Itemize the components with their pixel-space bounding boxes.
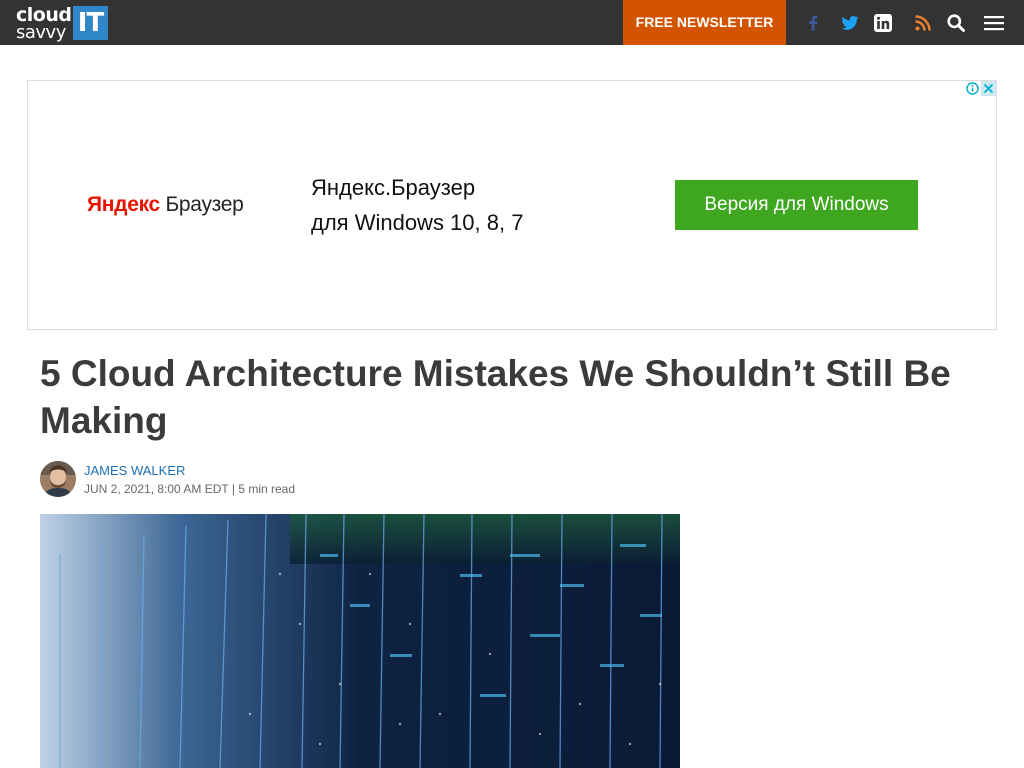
facebook-icon[interactable] [803,13,823,33]
search-icon[interactable] [946,13,966,33]
ad-download-button[interactable]: Версия для Windows [675,180,918,230]
read-time: 5 min read [238,482,296,496]
author-avatar[interactable] [40,461,76,497]
logo-word-savvy: savvy [16,22,66,43]
site-logo[interactable]: cloud savvy IT [16,4,110,43]
article-title-line-1: 5 Cloud Architecture Mistakes We Shouldn… [40,353,951,394]
rss-icon[interactable] [913,13,933,33]
twitter-icon[interactable] [840,13,860,33]
ad-choices-controls[interactable] [965,81,996,97]
ad-subheadline: для Windows 10, 8, 7 [311,210,524,235]
linkedin-icon[interactable] [873,13,893,33]
site-header: cloud savvy IT FREE NEWSLETTER [0,0,1024,45]
publish-date: JUN 2, 2021, 8:00 AM EDT [84,482,229,496]
meta-separator: | [231,482,235,496]
ad-brand-yandex: Яндекс [87,193,160,216]
article-hero-image [40,514,680,768]
author-photo [40,461,76,497]
advertisement-banner[interactable]: Яндекс Браузер Яндекс.Браузер для Window… [27,80,997,330]
data-center-illustration [40,514,680,768]
menu-icon[interactable] [984,13,1004,33]
logo-badge-it: IT [73,6,108,40]
ad-headline: Яндекс.Браузер [311,175,476,200]
ad-brand-logo: Яндекс Браузер [87,193,244,217]
ad-brand-browser: Браузер [159,193,244,216]
article-title-line-2: Making [40,400,168,441]
article-meta: JUN 2, 2021, 8:00 AM EDT | 5 min read [84,482,295,496]
article-title: 5 Cloud Architecture Mistakes We Shouldn… [40,350,1024,444]
author-name-link[interactable]: JAMES WALKER [84,463,185,478]
free-newsletter-button[interactable]: FREE NEWSLETTER [623,0,786,45]
